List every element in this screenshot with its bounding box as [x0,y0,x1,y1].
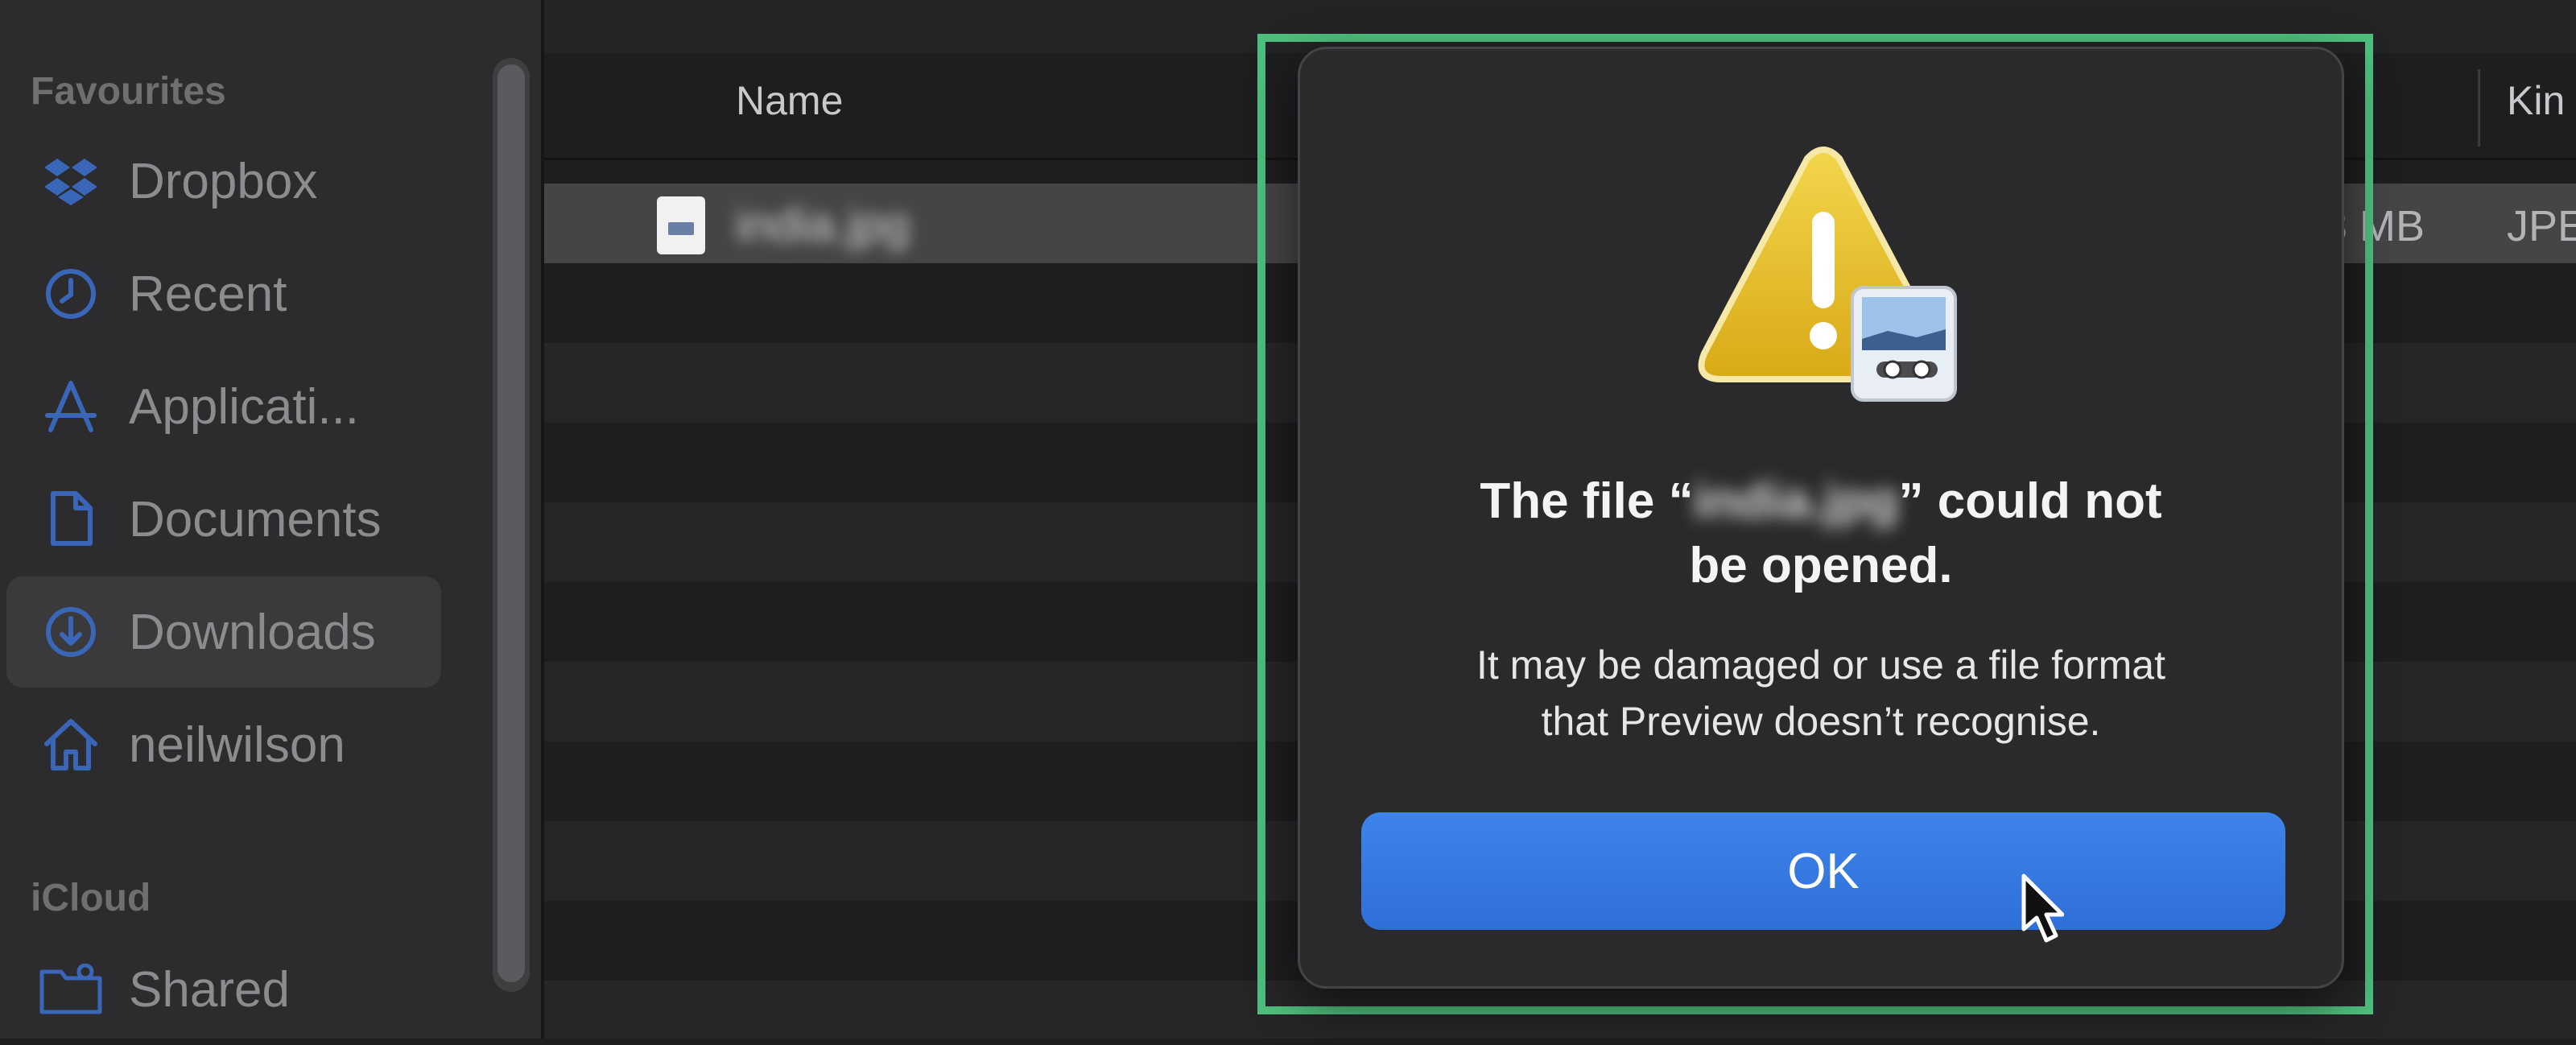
sidebar-item-label: Downloads [129,604,376,660]
dialog-title: The file “india.jpg” could not [1300,473,2342,530]
document-icon [37,485,105,553]
dialog-title-filename: india.jpg [1693,473,1899,529]
dialog-message-line2: that Preview doesn’t recognise. [1541,699,2101,744]
column-header-name[interactable]: Name [736,77,843,124]
dialog-title-prefix: The file “ [1480,473,1694,529]
sidebar-item-label: Applicati... [129,378,360,435]
error-dialog: The file “india.jpg” could not be opened… [1298,47,2344,989]
sidebar-item-label: Shared [129,961,290,1018]
mouse-pointer-icon [2021,874,2064,943]
warning-icon [1698,147,1957,402]
download-icon [37,598,105,666]
applications-icon [37,373,105,440]
dialog-message-line1: It may be damaged or use a file format [1476,642,2165,688]
home-icon [37,711,105,779]
icloud-heading: iCloud [31,877,151,919]
sidebar-scrollbar[interactable] [497,64,525,982]
ok-button[interactable]: OK [1361,812,2285,930]
favourites-heading: Favourites [31,70,226,113]
preview-app-icon [1851,286,1957,402]
sidebar-item-home[interactable]: neilwilson [6,689,441,800]
column-header-kind[interactable]: Kin [2507,77,2565,124]
file-kind: JPE [2507,202,2576,250]
dropbox-icon [37,147,105,215]
finder-sidebar: Favourites Dropbox Recent Applicati... D… [0,0,541,1039]
sidebar-item-downloads[interactable]: Downloads [6,576,441,688]
sidebar-item-dropbox[interactable]: Dropbox [6,126,441,237]
sidebar-item-applications[interactable]: Applicati... [6,351,441,462]
shared-folder-icon [37,956,105,1023]
clock-icon [37,260,105,328]
file-name: india.jpg [736,199,910,251]
sidebar-item-label: Documents [129,491,382,547]
sidebar-item-label: Dropbox [129,153,318,209]
sidebar-item-documents[interactable]: Documents [6,464,441,575]
sidebar-item-label: Recent [129,266,287,322]
column-separator[interactable] [2478,69,2480,147]
jpeg-file-icon [657,196,705,254]
sidebar-item-label: neilwilson [129,717,345,773]
sidebar-item-recent[interactable]: Recent [6,238,441,349]
dialog-title-line2: be opened. [1689,538,1953,593]
sidebar-item-shared[interactable]: Shared [6,934,441,1045]
dialog-title-suffix: ” could not [1898,473,2162,529]
